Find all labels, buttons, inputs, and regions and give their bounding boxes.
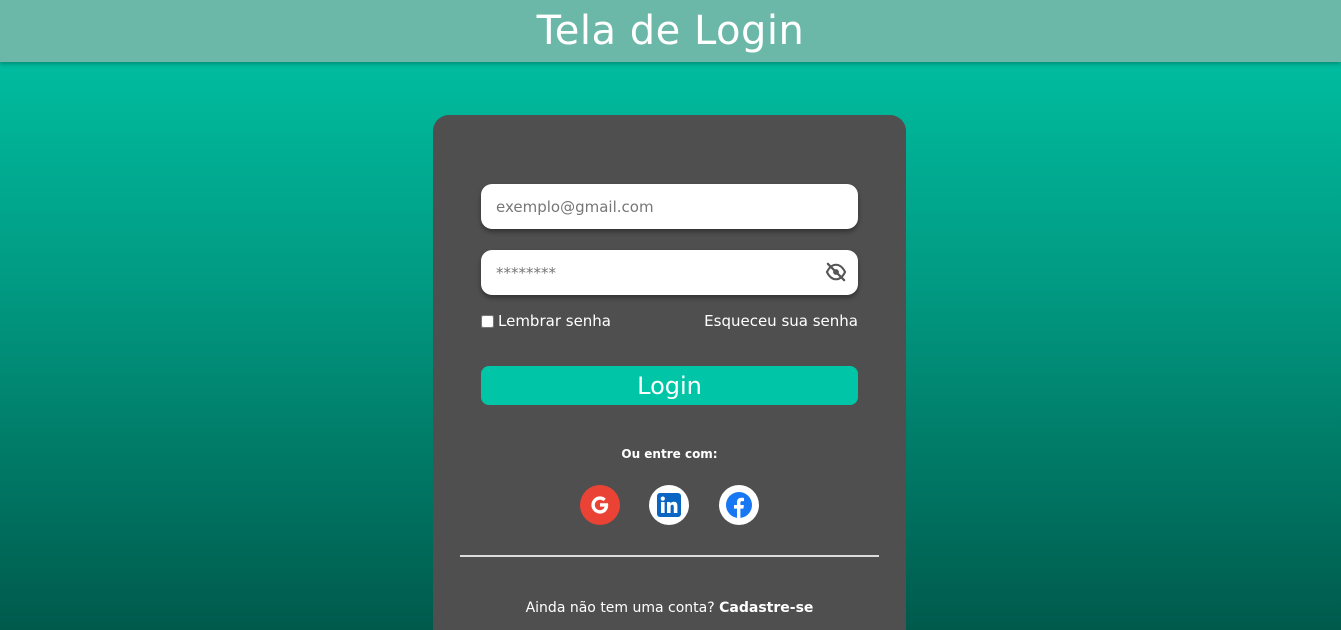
signup-prompt: Ainda não tem uma conta? Cadastre-se	[433, 600, 906, 616]
eye-slash-icon[interactable]	[825, 262, 847, 282]
password-field-container	[481, 250, 858, 295]
signup-text: Ainda não tem uma conta?	[525, 600, 715, 616]
login-card: Lembrar senha Esqueceu sua senha Login O…	[433, 115, 906, 630]
facebook-login-button[interactable]	[719, 485, 759, 525]
login-options: Lembrar senha Esqueceu sua senha	[481, 310, 858, 332]
password-input[interactable]	[481, 250, 858, 295]
social-login-buttons	[433, 485, 906, 525]
linkedin-icon	[657, 493, 681, 517]
divider	[460, 555, 879, 557]
signup-link[interactable]: Cadastre-se	[719, 600, 813, 616]
page-title: Tela de Login	[536, 8, 805, 54]
facebook-icon	[726, 492, 752, 518]
forgot-password-link[interactable]: Esqueceu sua senha	[704, 312, 858, 330]
header-bar: Tela de Login	[0, 0, 1341, 62]
login-button[interactable]: Login	[481, 366, 858, 405]
social-login-label: Ou entre com:	[621, 447, 718, 461]
email-field-container	[481, 184, 858, 229]
email-input[interactable]	[481, 184, 858, 229]
remember-checkbox[interactable]	[481, 314, 494, 328]
remember-password[interactable]: Lembrar senha	[481, 312, 611, 330]
linkedin-login-button[interactable]	[649, 485, 689, 525]
remember-label: Lembrar senha	[498, 312, 611, 330]
google-login-button[interactable]	[580, 485, 620, 525]
google-icon	[591, 496, 609, 514]
